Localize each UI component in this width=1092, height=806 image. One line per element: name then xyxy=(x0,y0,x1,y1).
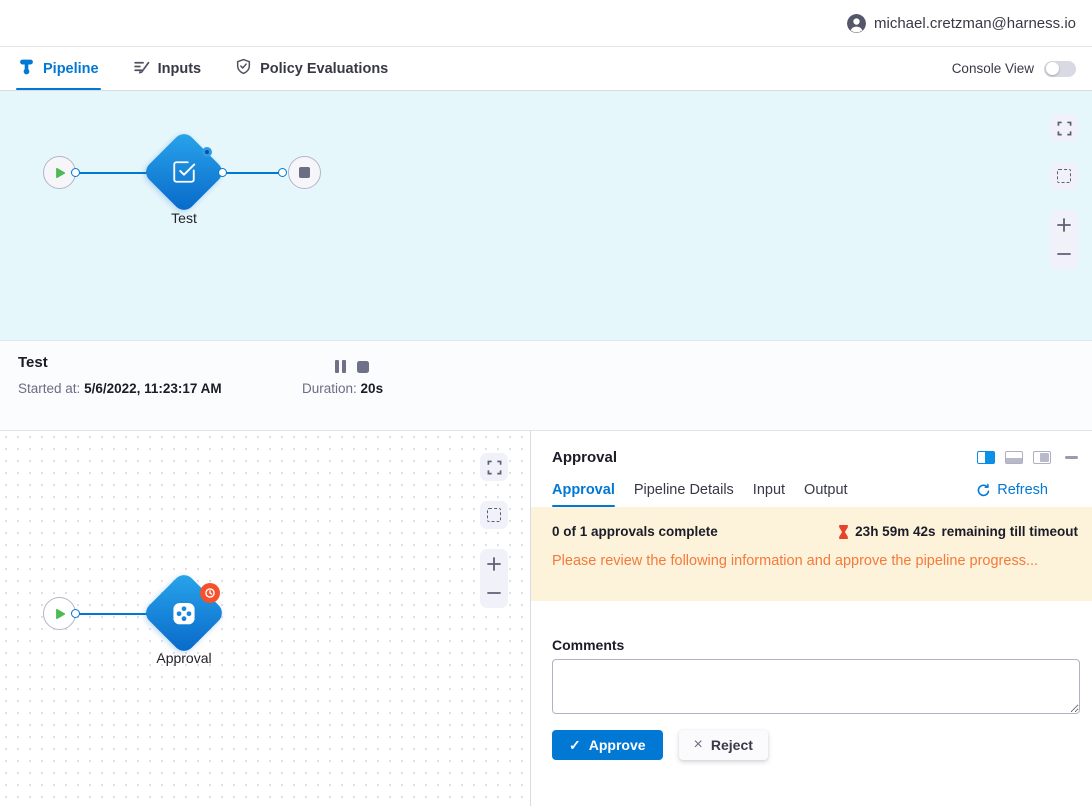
layout-split-right-icon[interactable] xyxy=(977,451,995,464)
edge-connector xyxy=(71,609,80,618)
timeout-time: 23h 59m 42s xyxy=(855,524,935,539)
refresh-icon xyxy=(976,483,991,498)
status-started-at: Started at: 5/6/2022, 11:23:17 AM xyxy=(18,381,222,396)
minus-icon xyxy=(1056,246,1072,262)
tab-approval[interactable]: Approval xyxy=(552,482,615,507)
zoom-control-group xyxy=(1050,210,1078,269)
comments-input[interactable] xyxy=(552,659,1080,714)
approval-banner: 0 of 1 approvals complete 23h 59m 42s re… xyxy=(531,507,1092,601)
waiting-timer-badge xyxy=(200,583,220,603)
plus-icon xyxy=(486,556,502,572)
tab-output[interactable]: Output xyxy=(804,482,848,507)
started-at-value: 5/6/2022, 11:23:17 AM xyxy=(84,381,222,396)
shield-check-icon xyxy=(235,58,252,79)
pipeline-icon xyxy=(18,58,35,79)
status-duration: Duration: 20s xyxy=(302,381,383,396)
fullscreen-icon xyxy=(487,460,502,475)
approve-label: Approve xyxy=(589,737,646,753)
check-square-icon xyxy=(171,159,197,185)
play-icon xyxy=(54,608,66,620)
zoom-control-group xyxy=(480,549,508,608)
toggle-knob xyxy=(1046,62,1059,75)
edge-connector xyxy=(218,168,227,177)
approvals-progress: 0 of 1 approvals complete xyxy=(552,524,718,539)
approve-button[interactable]: ✓ Approve xyxy=(552,730,663,760)
duration-value: 20s xyxy=(361,381,384,396)
stop-square-icon xyxy=(299,167,310,178)
step-label: Approval xyxy=(140,650,228,666)
timeout-text: remaining till timeout xyxy=(941,524,1078,539)
duration-label: Duration: xyxy=(302,381,357,396)
tab-pipeline-details[interactable]: Pipeline Details xyxy=(634,482,734,507)
stage-running-badge-icon xyxy=(202,147,212,157)
tab-policy-evaluations[interactable]: Policy Evaluations xyxy=(235,47,388,90)
user-email[interactable]: michael.cretzman@harness.io xyxy=(874,15,1076,32)
reject-label: Reject xyxy=(711,737,753,753)
stage-node-test[interactable] xyxy=(140,128,228,216)
abort-button[interactable] xyxy=(357,361,369,373)
execution-tab-bar: Pipeline Inputs Policy Evaluations Conso… xyxy=(0,47,1092,91)
console-view-toggle[interactable] xyxy=(1044,61,1076,77)
end-node xyxy=(288,156,321,189)
edge-test-to-end xyxy=(224,172,282,174)
marquee-icon xyxy=(487,508,501,522)
play-icon xyxy=(54,167,66,179)
clock-icon xyxy=(204,587,216,599)
tab-policy-evaluations-label: Policy Evaluations xyxy=(260,61,388,77)
fullscreen-button[interactable] xyxy=(480,453,508,481)
fit-selection-button[interactable] xyxy=(1050,162,1078,190)
zoom-in-button[interactable] xyxy=(1050,211,1078,239)
minus-icon xyxy=(486,585,502,601)
comments-label: Comments xyxy=(552,637,1080,653)
user-avatar-icon[interactable] xyxy=(847,14,866,33)
zoom-out-button[interactable] xyxy=(480,579,508,607)
check-icon: ✓ xyxy=(569,737,581,754)
tab-pipeline-label: Pipeline xyxy=(43,61,99,77)
fullscreen-button[interactable] xyxy=(1050,114,1078,142)
top-bar: michael.cretzman@harness.io xyxy=(0,0,1092,47)
reject-button[interactable]: × Reject xyxy=(679,730,768,760)
stage-status-bar: Test Started at: 5/6/2022, 11:23:17 AM D… xyxy=(0,341,1092,431)
console-view-label: Console View xyxy=(952,61,1034,76)
zoom-in-button[interactable] xyxy=(480,550,508,578)
plus-icon xyxy=(1056,217,1072,233)
status-stage-name: Test xyxy=(18,354,48,371)
panel-title: Approval xyxy=(552,449,617,466)
refresh-button[interactable]: Refresh xyxy=(976,482,1048,507)
layout-split-bottom-icon[interactable] xyxy=(1005,451,1023,464)
zoom-out-button[interactable] xyxy=(1050,240,1078,268)
refresh-label: Refresh xyxy=(997,482,1048,498)
hourglass-icon xyxy=(838,525,849,539)
tab-inputs[interactable]: Inputs xyxy=(133,47,202,90)
tab-pipeline[interactable]: Pipeline xyxy=(18,47,99,90)
inputs-icon xyxy=(133,58,150,79)
approval-step-icon xyxy=(171,600,198,627)
layout-float-icon[interactable] xyxy=(1033,451,1051,464)
step-node-approval[interactable] xyxy=(140,569,228,657)
tab-input[interactable]: Input xyxy=(753,482,785,507)
approval-message: Please review the following information … xyxy=(552,553,1078,569)
fullscreen-icon xyxy=(1057,121,1072,136)
timeout-info: 23h 59m 42s remaining till timeout xyxy=(838,524,1078,539)
step-details-panel: Approval Approval Pipeline Details Input… xyxy=(531,431,1092,806)
tab-inputs-label: Inputs xyxy=(158,61,202,77)
execution-graph-canvas[interactable]: Approval xyxy=(0,431,531,806)
edge-connector xyxy=(278,168,287,177)
pipeline-graph-canvas[interactable]: Test xyxy=(0,91,1092,341)
panel-tab-bar: Approval Pipeline Details Input Output R… xyxy=(531,466,1092,507)
minimize-panel-icon[interactable] xyxy=(1065,456,1078,459)
edge-connector xyxy=(71,168,80,177)
close-icon: × xyxy=(694,736,703,754)
fit-selection-button[interactable] xyxy=(480,501,508,529)
started-at-label: Started at: xyxy=(18,381,80,396)
marquee-icon xyxy=(1057,169,1071,183)
pause-button[interactable] xyxy=(335,360,346,373)
stage-label: Test xyxy=(140,210,228,226)
